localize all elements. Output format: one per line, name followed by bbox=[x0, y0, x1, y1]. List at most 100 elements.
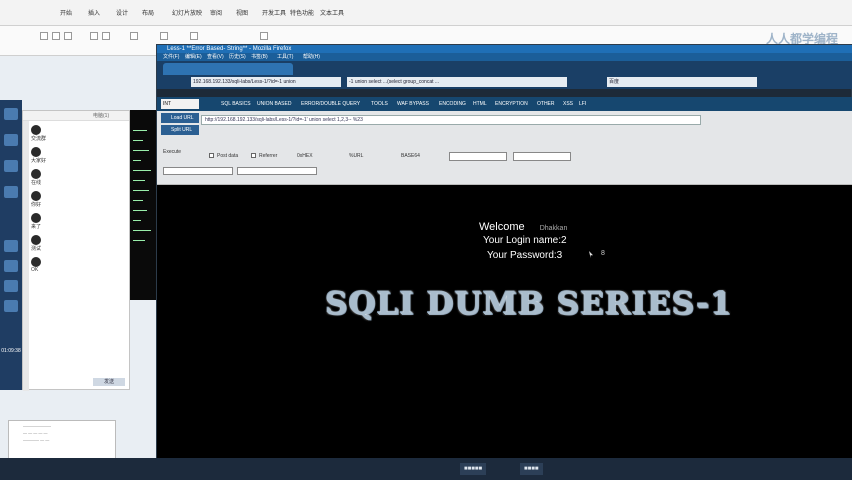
underline-icon[interactable] bbox=[64, 32, 72, 40]
password-text: Your Password:3 bbox=[487, 250, 563, 261]
chat-message: 测试 bbox=[23, 231, 129, 253]
shape-icon[interactable] bbox=[130, 32, 138, 40]
firebug-tab[interactable] bbox=[163, 167, 233, 175]
menu-item[interactable]: 帮助(H) bbox=[303, 53, 320, 61]
office-tab[interactable]: 设计 bbox=[116, 8, 128, 17]
navigation-bar: 192.168.192.133/sqli-labs/Less-1/?id=-1 … bbox=[157, 75, 852, 89]
align-icon[interactable] bbox=[90, 32, 98, 40]
avatar bbox=[31, 169, 41, 179]
avatar bbox=[31, 213, 41, 223]
bold-icon[interactable] bbox=[40, 32, 48, 40]
music-icon[interactable] bbox=[4, 280, 18, 292]
page-content: Welcome Dhakkan Your Login name:2 Your P… bbox=[157, 185, 852, 459]
avatar bbox=[31, 125, 41, 135]
hex-button[interactable]: 0xHEX bbox=[297, 153, 313, 159]
welcome-name: Dhakkan bbox=[539, 225, 568, 232]
post-data-checkbox[interactable] bbox=[209, 153, 214, 158]
hackbar-menu-item[interactable]: ENCRYPTION bbox=[495, 97, 528, 111]
settings-icon[interactable] bbox=[4, 300, 18, 312]
avatar bbox=[31, 191, 41, 201]
office-tab[interactable]: 插入 bbox=[88, 8, 100, 17]
office-tab[interactable]: 视图 bbox=[236, 8, 248, 17]
split-url-button[interactable]: Split URL bbox=[161, 125, 199, 135]
welcome-label: Welcome bbox=[479, 221, 525, 233]
base64-button[interactable]: BASE64 bbox=[401, 153, 420, 159]
hackbar-url-input[interactable]: http://192.168.192.133/sqli-labs/Less-1/… bbox=[201, 115, 701, 125]
menu-item[interactable]: 编辑(E) bbox=[185, 53, 202, 61]
window-titlebar: Less-1 **Error Based- String** - Mozilla… bbox=[157, 45, 852, 53]
group-icon[interactable] bbox=[4, 186, 18, 198]
color-icon[interactable] bbox=[160, 32, 168, 40]
chat-message: 在线 bbox=[23, 165, 129, 187]
qq-sidebar: 01:09:38 bbox=[0, 100, 22, 390]
hackbar-menu-item[interactable]: TOOLS bbox=[371, 97, 388, 111]
taskbar-item[interactable]: ■■■■■ bbox=[460, 463, 487, 475]
menu-item[interactable]: 历史(S) bbox=[229, 53, 246, 61]
page-banner: SQLI DUMB SERIES-1 bbox=[325, 286, 733, 322]
hackbar-menu-item[interactable]: ERROR/DOUBLE QUERY bbox=[301, 97, 360, 111]
hackbar-menu-item[interactable]: WAF BYPASS bbox=[397, 97, 429, 111]
chat-message: 来了 bbox=[23, 209, 129, 231]
terminal-window[interactable] bbox=[130, 110, 158, 300]
office-tab[interactable]: 开发工具 bbox=[262, 8, 286, 17]
hackbar-menu-item[interactable]: ENCODING bbox=[439, 97, 466, 111]
contacts-icon[interactable] bbox=[4, 160, 18, 172]
url-encode-button[interactable]: %URL bbox=[349, 153, 363, 159]
chat-message: 你好 bbox=[23, 187, 129, 209]
chat-message: 大家好 bbox=[23, 143, 129, 165]
send-button[interactable]: 发送 bbox=[93, 378, 125, 386]
chat-header: 电脑(1) bbox=[23, 111, 129, 121]
message-icon[interactable] bbox=[4, 134, 18, 146]
decode-field[interactable] bbox=[513, 152, 571, 161]
hackbar-menu-item[interactable]: HTML bbox=[473, 97, 487, 111]
welcome-text: Welcome Dhakkan bbox=[479, 221, 567, 233]
referrer-checkbox[interactable] bbox=[251, 153, 256, 158]
hackbar-menu-item[interactable]: UNION BASED bbox=[257, 97, 291, 111]
search-engine-field[interactable]: 百度 bbox=[607, 77, 757, 87]
office-tab[interactable]: 审阅 bbox=[210, 8, 222, 17]
hackbar-menu-item[interactable]: XSS bbox=[563, 97, 573, 111]
hackbar-select[interactable]: INT bbox=[161, 99, 199, 109]
menu-item[interactable]: 书签(B) bbox=[251, 53, 268, 61]
load-url-button[interactable]: Load URL bbox=[161, 113, 199, 123]
office-tab[interactable]: 幻灯片放映 bbox=[172, 8, 202, 17]
login-name-text: Your Login name:2 bbox=[483, 235, 567, 246]
address-bar[interactable]: 192.168.192.133/sqli-labs/Less-1/?id=-1 … bbox=[191, 77, 341, 87]
hackbar-menu-item[interactable]: OTHER bbox=[537, 97, 555, 111]
hackbar-buttons: Load URL Split URL bbox=[161, 113, 199, 137]
browser-tab[interactable] bbox=[163, 63, 293, 75]
menu-item[interactable]: 查看(V) bbox=[207, 53, 224, 61]
office-tab[interactable]: 开始 bbox=[60, 8, 72, 17]
tab-strip bbox=[157, 61, 852, 75]
encode-field[interactable] bbox=[449, 152, 507, 161]
office-tab[interactable]: 特色功能 bbox=[290, 8, 314, 17]
qq-avatar-icon[interactable] bbox=[4, 108, 18, 120]
firefox-window: Less-1 **Error Based- String** - Mozilla… bbox=[156, 44, 852, 459]
office-tab-bar: 开始 插入 设计 布局 幻灯片放映 审阅 视图 开发工具 特色功能 文本工具 bbox=[0, 0, 852, 26]
textbox-icon[interactable] bbox=[260, 32, 268, 40]
preview-thumbnail[interactable]: ——————— — — — — — ———— — — bbox=[8, 420, 116, 460]
office-tab[interactable]: 布局 bbox=[142, 8, 154, 17]
hackbar-menu-item[interactable]: LFI bbox=[579, 97, 586, 111]
extra-value: 8 bbox=[601, 250, 605, 257]
search-field[interactable]: -1 union select ...(select group_concat … bbox=[347, 77, 567, 87]
list-icon[interactable] bbox=[102, 32, 110, 40]
office-tab[interactable]: 文本工具 bbox=[320, 8, 344, 17]
phone-icon[interactable] bbox=[4, 240, 18, 252]
menu-bar: 文件(F) 编辑(E) 查看(V) 历史(S) 书签(B) 工具(T) 帮助(H… bbox=[157, 53, 852, 61]
taskbar: ■■■■■ ■■■■ bbox=[0, 458, 852, 480]
arrange-icon[interactable] bbox=[190, 32, 198, 40]
chat-window: 电脑(1) 交流群 大家好 在线 你好 来了 测试 OK 发送 bbox=[22, 110, 130, 391]
window-title: Less-1 **Error Based- String** - Mozilla… bbox=[167, 46, 292, 52]
volume-icon[interactable] bbox=[4, 260, 18, 272]
italic-icon[interactable] bbox=[52, 32, 60, 40]
taskbar-item[interactable]: ■■■■ bbox=[520, 463, 543, 475]
avatar bbox=[31, 147, 41, 157]
addon-tab[interactable] bbox=[237, 167, 317, 175]
menu-item[interactable]: 工具(T) bbox=[277, 53, 293, 61]
chat-message: 交流群 bbox=[23, 121, 129, 143]
hackbar-menu-item[interactable]: SQL BASICS bbox=[221, 97, 251, 111]
execute-button[interactable]: Execute bbox=[163, 149, 181, 155]
avatar bbox=[31, 257, 41, 267]
menu-item[interactable]: 文件(F) bbox=[163, 53, 179, 61]
